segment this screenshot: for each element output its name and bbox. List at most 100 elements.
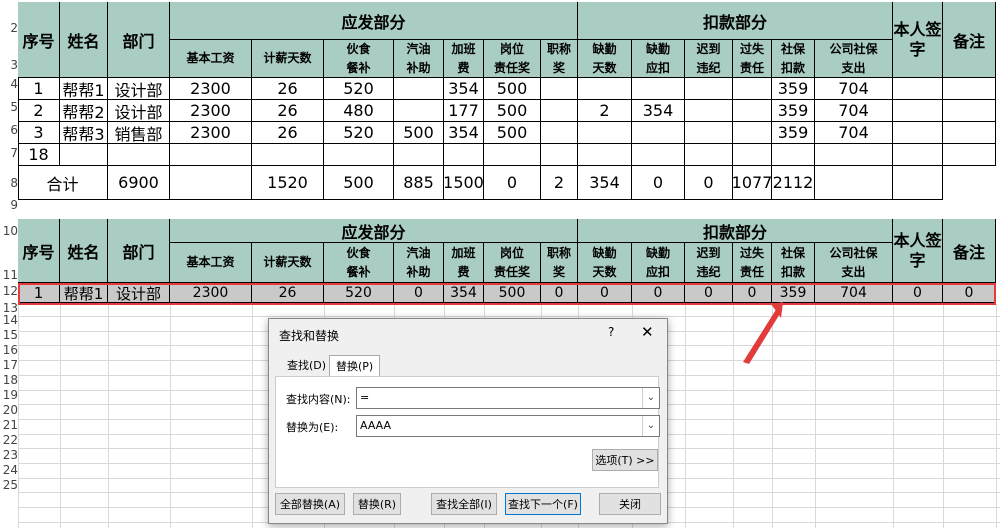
total-cell[interactable]: 1077 [733, 166, 772, 200]
find-next-button[interactable]: 查找下一个(F) [505, 493, 581, 515]
table-cell[interactable]: 18 [18, 144, 60, 166]
table-cell[interactable] [60, 144, 108, 166]
table-cell[interactable] [578, 122, 632, 144]
table-cell[interactable] [893, 78, 943, 100]
table-cell[interactable] [541, 100, 578, 122]
row-number[interactable]: 2 [0, 21, 18, 35]
row-number[interactable]: 9 [0, 198, 18, 212]
table-cell[interactable] [943, 78, 996, 100]
table-cell[interactable]: 704 [815, 100, 893, 122]
chevron-down-icon[interactable]: ⌄ [642, 416, 659, 436]
row-number[interactable]: 25 [0, 478, 18, 492]
total-label[interactable]: 合计 [18, 166, 108, 200]
total-cell[interactable]: 2 [541, 166, 578, 200]
tab-find[interactable]: 查找(D) [281, 355, 332, 377]
total-cell[interactable]: 1500 [444, 166, 484, 200]
row-number[interactable]: 20 [0, 403, 18, 417]
row-number[interactable]: 21 [0, 418, 18, 432]
total-cell[interactable]: 6900 [108, 166, 170, 200]
table-cell[interactable]: 354 [632, 100, 685, 122]
table-cell[interactable]: 1 [18, 78, 60, 100]
table-cell[interactable]: 500 [394, 122, 444, 144]
table-cell[interactable] [108, 144, 170, 166]
table-cell[interactable] [685, 100, 733, 122]
table-cell[interactable]: 500 [484, 122, 541, 144]
table-cell[interactable]: 26 [252, 78, 324, 100]
table-cell[interactable]: 704 [815, 122, 893, 144]
row-number[interactable]: 22 [0, 433, 18, 447]
row-number[interactable]: 11 [0, 268, 18, 282]
table-cell[interactable] [893, 144, 943, 166]
row-number[interactable]: 10 [0, 224, 18, 238]
table-cell[interactable]: 354 [444, 78, 484, 100]
row-number[interactable]: 4 [0, 77, 18, 91]
table-cell[interactable]: 359 [772, 100, 815, 122]
chevron-down-icon[interactable]: ⌄ [642, 388, 659, 408]
table-cell[interactable]: 设计部 [108, 78, 170, 100]
table-cell[interactable] [685, 78, 733, 100]
options-button[interactable]: 选项(T) >> [592, 449, 658, 471]
table-cell[interactable]: 2 [18, 100, 60, 122]
table-cell[interactable]: 帮帮3 [60, 122, 108, 144]
row-number[interactable]: 24 [0, 463, 18, 477]
table-cell[interactable]: 520 [324, 122, 394, 144]
table-cell[interactable] [733, 144, 772, 166]
table-cell[interactable] [578, 78, 632, 100]
table-cell[interactable]: 2300 [170, 100, 252, 122]
find-input[interactable]: = ⌄ [356, 387, 660, 409]
replace-button[interactable]: 替换(R) [353, 493, 401, 515]
table-cell[interactable]: 26 [252, 100, 324, 122]
table-cell[interactable] [444, 144, 484, 166]
total-cell[interactable]: 354 [578, 166, 632, 200]
row-number[interactable]: 14 [0, 313, 18, 327]
table-cell[interactable] [632, 144, 685, 166]
table-cell[interactable]: 3 [18, 122, 60, 144]
total-cell[interactable]: 885 [394, 166, 444, 200]
table-cell[interactable] [733, 78, 772, 100]
total-cell[interactable]: 0 [632, 166, 685, 200]
table-cell[interactable]: 520 [324, 78, 394, 100]
table-cell[interactable] [943, 122, 996, 144]
total-cell[interactable]: 1520 [252, 166, 324, 200]
table-cell[interactable] [394, 144, 444, 166]
table-cell[interactable]: 2 [578, 100, 632, 122]
row-number[interactable]: 15 [0, 328, 18, 342]
table-cell[interactable] [685, 122, 733, 144]
total-cell[interactable] [815, 166, 893, 200]
table-cell[interactable] [394, 100, 444, 122]
row-number[interactable]: 12 [0, 284, 18, 298]
table-cell[interactable] [733, 100, 772, 122]
total-cell[interactable]: 0 [685, 166, 733, 200]
table-cell[interactable] [541, 122, 578, 144]
replace-input[interactable]: AAAA ⌄ [356, 415, 660, 437]
table-cell[interactable] [815, 144, 893, 166]
table-cell[interactable]: 177 [444, 100, 484, 122]
row-number[interactable]: 7 [0, 146, 18, 160]
table-cell[interactable] [893, 100, 943, 122]
table-cell[interactable] [733, 122, 772, 144]
table-cell[interactable]: 帮帮2 [60, 100, 108, 122]
row-number[interactable]: 19 [0, 388, 18, 402]
total-cell[interactable]: 2112 [772, 166, 815, 200]
help-button[interactable]: ? [608, 325, 614, 339]
table-cell[interactable]: 500 [484, 100, 541, 122]
table-cell[interactable]: 359 [772, 78, 815, 100]
replace-all-button[interactable]: 全部替换(A) [275, 493, 345, 515]
total-cell[interactable] [893, 166, 943, 200]
table-cell[interactable]: 设计部 [108, 100, 170, 122]
table-cell[interactable] [252, 144, 324, 166]
row-number[interactable]: 8 [0, 176, 18, 190]
table-cell[interactable] [484, 144, 541, 166]
table-cell[interactable]: 480 [324, 100, 394, 122]
table-cell[interactable] [772, 144, 815, 166]
table-cell[interactable]: 2300 [170, 122, 252, 144]
table-cell[interactable] [632, 78, 685, 100]
table-cell[interactable] [893, 122, 943, 144]
row-number[interactable]: 17 [0, 358, 18, 372]
table-cell[interactable]: 704 [815, 78, 893, 100]
table-cell[interactable] [578, 144, 632, 166]
row-number[interactable]: 5 [0, 100, 18, 114]
total-cell[interactable]: 0 [484, 166, 541, 200]
table-cell[interactable] [541, 144, 578, 166]
row-number[interactable]: 6 [0, 123, 18, 137]
